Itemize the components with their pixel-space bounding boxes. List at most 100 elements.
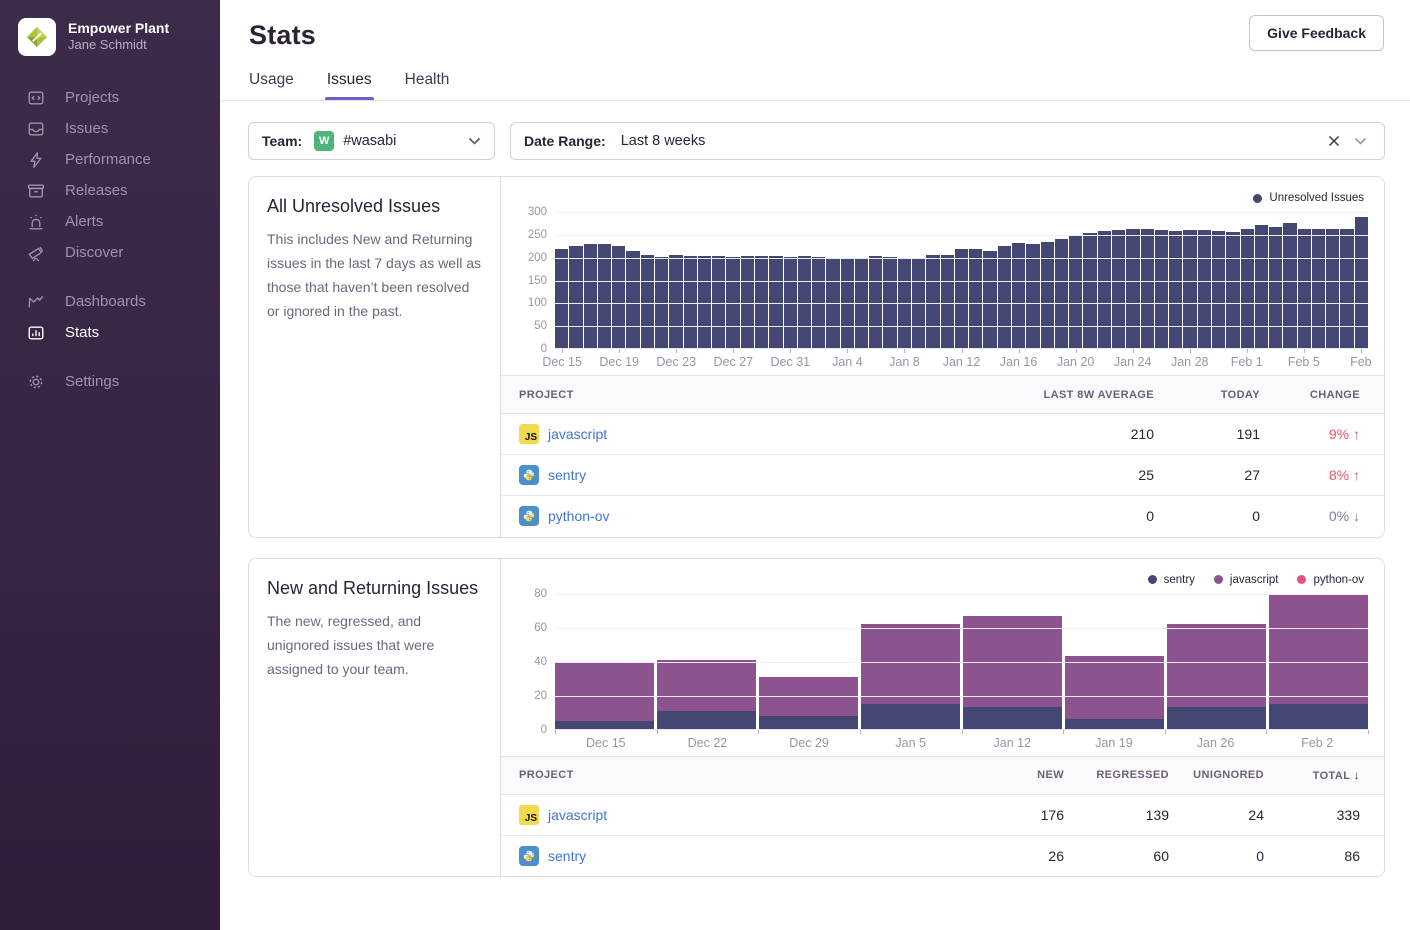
unresolved-bar [612, 246, 625, 349]
filter-bar: Team: W #wasabi Date Range: Last 8 weeks [220, 101, 1410, 160]
page-title: Stats [249, 20, 1384, 51]
sidebar: Empower Plant Jane Schmidt Projects Issu… [0, 0, 220, 930]
panel-unresolved-title: All Unresolved Issues [267, 196, 482, 217]
javascript-icon: JS [519, 424, 539, 444]
x-axis-tick [1076, 349, 1077, 353]
unresolved-bar [1012, 243, 1025, 349]
date-range-select[interactable]: Date Range: Last 8 weeks [510, 122, 1385, 160]
sidebar-item-projects[interactable]: Projects [0, 82, 220, 113]
unresolved-bar [941, 255, 954, 349]
col-unignored[interactable]: Unignored [1169, 756, 1264, 794]
date-range-dropdown-button[interactable] [1350, 132, 1371, 150]
discover-icon [27, 244, 45, 262]
sidebar-item-performance[interactable]: Performance [0, 144, 220, 175]
table-row: sentry 26 60 0 86 [501, 835, 1384, 876]
panel-all-unresolved-issues: All Unresolved Issues This includes New … [248, 176, 1385, 538]
legend-label: Unresolved Issues [1269, 192, 1364, 204]
x-axis-tick-label: Jan 19 [1095, 736, 1133, 750]
legend-item-javascript[interactable]: javascript [1214, 573, 1279, 587]
unresolved-bar [1183, 230, 1196, 349]
gridline [555, 628, 1368, 629]
sidebar-item-label: Stats [65, 324, 99, 341]
new-returning-chart: sentry javascript python-ov 020406080 [501, 559, 1384, 756]
unresolved-bar [569, 246, 582, 349]
x-axis-tick-label: Jan 24 [1114, 355, 1152, 369]
table-header-row: Project New Regressed Unignored Total ↓ [501, 756, 1384, 794]
unresolved-bar [969, 249, 982, 349]
y-axis-tick-label: 0 [513, 343, 547, 355]
org-switcher[interactable]: Empower Plant Jane Schmidt [0, 0, 220, 56]
panel-new-returning-body: sentry javascript python-ov 020406080 [501, 559, 1384, 877]
panel-new-returning-description: The new, regressed, and unignored issues… [267, 609, 482, 681]
gridline [555, 258, 1368, 259]
sidebar-item-alerts[interactable]: Alerts [0, 206, 220, 237]
clear-date-range-button[interactable] [1324, 131, 1344, 151]
unresolved-bar [1226, 232, 1239, 349]
sidebar-item-issues[interactable]: Issues [0, 113, 220, 144]
unresolved-bar [669, 255, 682, 349]
sidebar-item-label: Settings [65, 373, 119, 390]
x-axis-tick [962, 349, 963, 353]
y-axis-tick-label: 50 [513, 320, 547, 332]
sidebar-nav: Projects Issues Performance Releases [0, 82, 220, 397]
col-new[interactable]: New [964, 756, 1064, 794]
date-range-value: Last 8 weeks [621, 133, 706, 149]
x-axis-tick [962, 730, 963, 734]
unresolved-bar [1355, 217, 1368, 349]
project-link[interactable]: sentry [548, 848, 586, 864]
issues-icon [27, 120, 45, 138]
sidebar-item-discover[interactable]: Discover [0, 237, 220, 268]
python-icon [519, 506, 539, 526]
tab-health[interactable]: Health [405, 71, 450, 100]
tab-usage[interactable]: Usage [249, 71, 294, 100]
x-axis-tick [1304, 349, 1305, 353]
gridline [555, 281, 1368, 282]
python-icon [519, 846, 539, 866]
unresolved-bar [1126, 229, 1139, 349]
dashboards-icon [27, 293, 45, 311]
project-link[interactable]: javascript [548, 426, 607, 442]
x-axis-tick [758, 730, 759, 734]
change-value: 8% ↑ [1260, 455, 1384, 496]
col-regressed[interactable]: Regressed [1064, 756, 1169, 794]
x-axis-tick-label: Feb 2 [1301, 736, 1333, 750]
project-link[interactable]: javascript [548, 807, 607, 823]
empower-plant-gem-icon [25, 25, 49, 49]
sidebar-item-dashboards[interactable]: Dashboards [0, 286, 220, 317]
legend-item-python-ov[interactable]: python-ov [1297, 573, 1364, 587]
team-select-label: Team: [262, 133, 302, 149]
arrow-up-icon: ↑ [1353, 426, 1360, 442]
x-axis-tick [1266, 730, 1267, 734]
org-logo [18, 18, 56, 56]
x-axis-tick [619, 349, 620, 353]
col-project: Project [501, 376, 944, 414]
col-total-sorted[interactable]: Total ↓ [1264, 756, 1384, 794]
legend-item-sentry[interactable]: sentry [1148, 573, 1195, 587]
sidebar-item-label: Discover [65, 244, 123, 261]
tab-bar: Usage Issues Health [249, 71, 1384, 100]
x-axis-tick [555, 730, 556, 734]
unresolved-bar [1155, 230, 1168, 349]
gridline [555, 326, 1368, 327]
give-feedback-button[interactable]: Give Feedback [1249, 15, 1384, 51]
unresolved-bar [584, 244, 597, 349]
team-select[interactable]: Team: W #wasabi [248, 122, 495, 160]
sidebar-item-stats[interactable]: Stats [0, 317, 220, 348]
unresolved-bar [1298, 229, 1311, 349]
legend-item-unresolved-issues[interactable]: Unresolved Issues [1253, 191, 1364, 205]
new-returning-plot: 020406080 [555, 594, 1368, 730]
unresolved-chart: Unresolved Issues 050100150200250300 Dec… [501, 177, 1384, 375]
sidebar-item-settings[interactable]: Settings [0, 366, 220, 397]
sidebar-item-label: Issues [65, 120, 108, 137]
sidebar-item-releases[interactable]: Releases [0, 175, 220, 206]
org-user: Jane Schmidt [68, 37, 169, 54]
unresolved-bar [555, 249, 568, 349]
bar-segment-javascript [1065, 656, 1164, 719]
project-link[interactable]: python-ov [548, 508, 609, 524]
x-axis-tick-label: Dec 23 [656, 355, 696, 369]
unresolved-bar [998, 246, 1011, 349]
unresolved-xaxis: Dec 15Dec 19Dec 23Dec 27Dec 31Jan 4Jan 8… [555, 349, 1368, 375]
project-link[interactable]: sentry [548, 467, 586, 483]
tab-issues[interactable]: Issues [327, 71, 372, 100]
sort-descending-icon: ↓ [1354, 768, 1360, 782]
